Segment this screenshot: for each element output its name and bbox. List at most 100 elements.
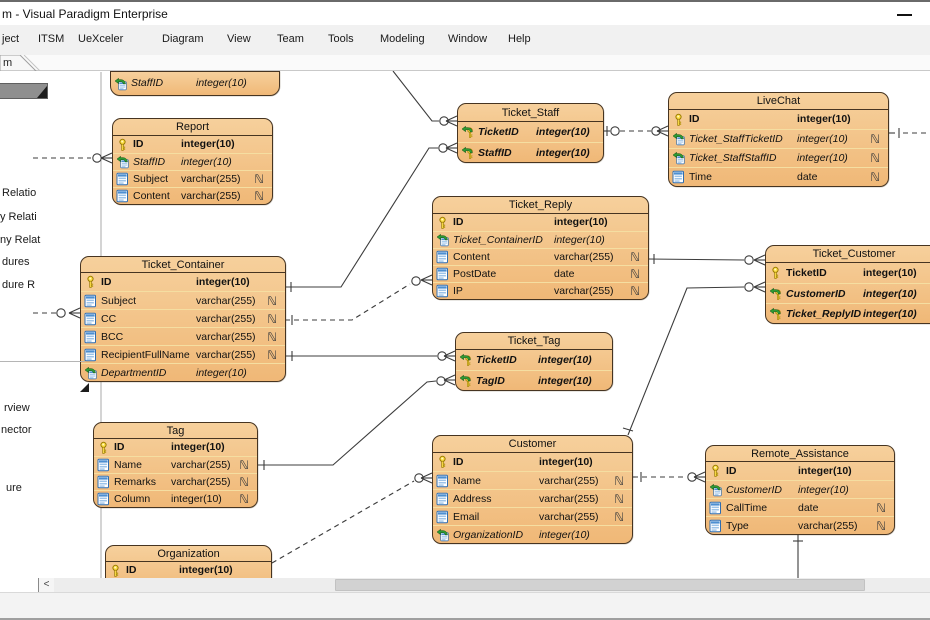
- entity-column-row[interactable]: DepartmentIDinteger(10): [81, 363, 285, 381]
- menu-item-help[interactable]: Help: [508, 33, 531, 45]
- entity-column-row[interactable]: IPvarchar(255)ℕ: [433, 282, 648, 299]
- entity-column-row[interactable]: IDinteger(10): [433, 453, 632, 471]
- entity-column-row[interactable]: StaffIDinteger(10): [113, 153, 272, 170]
- entity-column-row[interactable]: RecipientFullNamevarchar(255)ℕ: [81, 345, 285, 363]
- entity-column-row[interactable]: Typevarchar(255)ℕ: [706, 516, 894, 534]
- toolbox-item[interactable]: ure: [6, 482, 22, 494]
- entity-column-row[interactable]: Ticket_StaffTicketIDinteger(10)ℕ: [669, 129, 888, 148]
- entity-column-row[interactable]: CustomerIDinteger(10): [766, 283, 930, 303]
- entity-column-row[interactable]: IDinteger(10): [433, 214, 648, 231]
- column-name: Subject: [101, 292, 136, 310]
- column-icon: [84, 348, 97, 361]
- entity-column-row[interactable]: Ticket_ContainerIDinteger(10): [433, 231, 648, 248]
- entity-column-row[interactable]: IDinteger(10): [113, 136, 272, 153]
- menu-item-team[interactable]: Team: [277, 33, 304, 45]
- entity-column-row[interactable]: IDinteger(10): [706, 462, 894, 480]
- menu-item-diagram[interactable]: Diagram: [162, 33, 204, 45]
- relationship-connector: [633, 472, 705, 482]
- entity-column-row[interactable]: StaffIDinteger(10): [111, 72, 279, 95]
- column-name: StaffID: [131, 72, 163, 95]
- entity-column-row[interactable]: CustomerIDinteger(10): [706, 480, 894, 498]
- column-name: Ticket_StaffStaffID: [689, 149, 776, 168]
- column-name: Content: [133, 188, 170, 205]
- entity-column-row[interactable]: Namevarchar(255)ℕ: [433, 471, 632, 489]
- entity-column-row[interactable]: CCvarchar(255)ℕ: [81, 309, 285, 327]
- minimize-icon[interactable]: [897, 14, 912, 16]
- entity-Report[interactable]: ReportIDinteger(10)StaffIDinteger(10)Sub…: [112, 118, 273, 205]
- entity-Ticket_Reply[interactable]: Ticket_ReplyIDinteger(10)Ticket_Containe…: [432, 196, 649, 300]
- column-icon: [436, 510, 449, 523]
- primary-key-icon: [769, 267, 782, 280]
- selected-tool-button[interactable]: [0, 84, 47, 98]
- entity-Ticket_Container[interactable]: Ticket_ContainerIDinteger(10)Subjectvarc…: [80, 256, 286, 382]
- diagram-tab[interactable]: m: [3, 57, 12, 69]
- entity-Ticket_Staff[interactable]: Ticket_StaffTicketIDinteger(10)StaffIDin…: [457, 103, 604, 163]
- scrollbar-thumb[interactable]: [335, 579, 865, 591]
- entity-Customer[interactable]: CustomerIDinteger(10)Namevarchar(255)ℕAd…: [432, 435, 633, 544]
- entity-column-row[interactable]: IDinteger(10): [94, 439, 257, 456]
- column-type: varchar(255): [196, 310, 256, 328]
- toolbox-item[interactable]: nector: [1, 424, 32, 436]
- nullable-badge: ℕ: [267, 346, 277, 364]
- entity-Remote_Assistance[interactable]: Remote_AssistanceIDinteger(10)CustomerID…: [705, 445, 895, 535]
- entity-title: Ticket_Staff: [458, 104, 603, 122]
- menu-item-ject[interactable]: ject: [2, 33, 19, 45]
- entity-column-row[interactable]: Namevarchar(255)ℕ: [94, 456, 257, 473]
- entity-column-row[interactable]: IDinteger(10): [669, 110, 888, 129]
- scroll-left-button[interactable]: <: [38, 578, 54, 592]
- toolbox-item[interactable]: dures: [2, 256, 30, 268]
- toolbox-item[interactable]: Relatio: [2, 187, 36, 199]
- toolbox-item[interactable]: y Relati: [0, 211, 37, 223]
- entity-Ticket_Tag[interactable]: Ticket_TagTicketIDinteger(10)TagIDintege…: [455, 332, 613, 391]
- entity-Tag[interactable]: TagIDinteger(10)Namevarchar(255)ℕRemarks…: [93, 422, 258, 508]
- nullable-badge: ℕ: [630, 249, 640, 266]
- entity-column-row[interactable]: Contentvarchar(255)ℕ: [433, 248, 648, 265]
- column-type: integer(10): [536, 143, 590, 163]
- entity-column-row[interactable]: Columninteger(10)ℕ: [94, 490, 257, 507]
- menu-item-modeling[interactable]: Modeling: [380, 33, 425, 45]
- entity-column-row[interactable]: PostDatedateℕ: [433, 265, 648, 282]
- entity-column-row[interactable]: Timedateℕ: [669, 167, 888, 186]
- horizontal-scrollbar: <: [0, 578, 930, 592]
- entity-column-row[interactable]: TagIDinteger(10): [456, 370, 612, 390]
- entity-column-row[interactable]: TicketIDinteger(10): [766, 263, 930, 283]
- entity-column-row[interactable]: CallTimedateℕ: [706, 498, 894, 516]
- menu-item-window[interactable]: Window: [448, 33, 487, 45]
- entity-column-row[interactable]: Remarksvarchar(255)ℕ: [94, 473, 257, 490]
- toolbox-item[interactable]: ny Relat: [0, 234, 40, 246]
- menu-item-view[interactable]: View: [227, 33, 251, 45]
- entity-column-row[interactable]: Subjectvarchar(255)ℕ: [81, 291, 285, 309]
- panel-collapse-triangle[interactable]: [80, 383, 89, 392]
- entity-column-row[interactable]: Emailvarchar(255)ℕ: [433, 507, 632, 525]
- entity-column-row[interactable]: BCCvarchar(255)ℕ: [81, 327, 285, 345]
- entity-column-row[interactable]: TicketIDinteger(10): [458, 122, 603, 142]
- entity-column-row[interactable]: IDinteger(10): [81, 273, 285, 291]
- entity-column-row[interactable]: Contentvarchar(255)ℕ: [113, 187, 272, 204]
- entity-column-row[interactable]: Ticket_StaffStaffIDinteger(10)ℕ: [669, 148, 888, 167]
- toolbox-item[interactable]: dure R: [2, 279, 35, 291]
- nullable-badge: ℕ: [267, 328, 277, 346]
- menu-item-itsm[interactable]: ITSM: [38, 33, 64, 45]
- column-name: ID: [101, 273, 112, 291]
- entity-Organization[interactable]: OrganizationIDinteger(10): [105, 545, 272, 578]
- column-icon: [436, 251, 449, 264]
- menu-item-tools[interactable]: Tools: [328, 33, 354, 45]
- column-name: Remarks: [114, 474, 156, 491]
- column-name: ID: [114, 439, 125, 456]
- entity-column-row[interactable]: IDinteger(10): [106, 562, 271, 578]
- entity-Ticket_Customer[interactable]: Ticket_CustomerTicketIDinteger(10)Custom…: [765, 245, 930, 324]
- entity-staff-partial[interactable]: StaffIDinteger(10): [110, 71, 280, 96]
- menu-item-uexceler[interactable]: UeXceler: [78, 33, 123, 45]
- entity-column-row[interactable]: OrganizationIDinteger(10): [433, 525, 632, 543]
- entity-column-row[interactable]: TicketIDinteger(10): [456, 350, 612, 370]
- entity-column-row[interactable]: Addressvarchar(255)ℕ: [433, 489, 632, 507]
- entity-column-row[interactable]: Ticket_ReplyIDinteger(10): [766, 303, 930, 323]
- entity-LiveChat[interactable]: LiveChatIDinteger(10)Ticket_StaffTicketI…: [668, 92, 889, 187]
- diagram-canvas[interactable]: StaffIDinteger(10)ReportIDinteger(10)Sta…: [0, 71, 930, 578]
- toolbox-item[interactable]: rview: [4, 402, 30, 414]
- entity-column-row[interactable]: StaffIDinteger(10): [458, 142, 603, 162]
- column-type: date: [798, 499, 818, 517]
- nullable-badge: ℕ: [239, 491, 249, 508]
- entity-column-row[interactable]: Subjectvarchar(255)ℕ: [113, 170, 272, 187]
- column-icon: [84, 312, 97, 325]
